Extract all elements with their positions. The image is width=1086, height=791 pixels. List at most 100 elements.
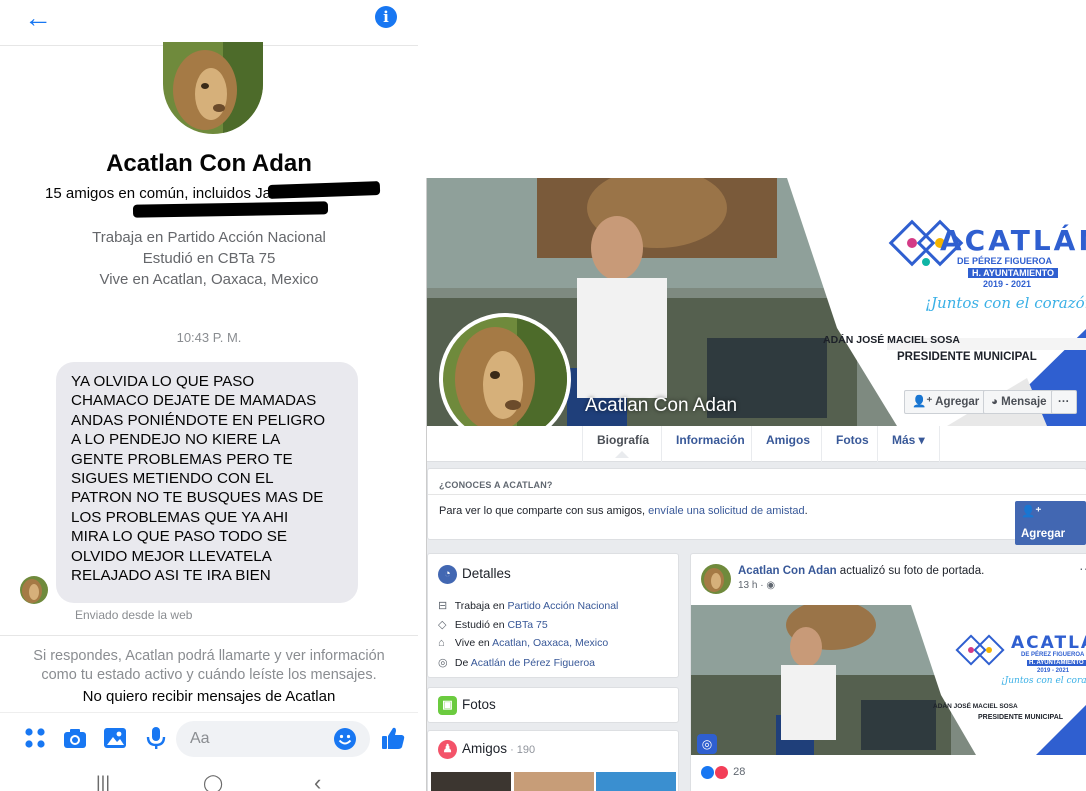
- profile-name[interactable]: Acatlan Con Adan: [585, 395, 737, 417]
- detail-work: ⊟ Trabaja en Partido Acción Nacional: [438, 599, 618, 612]
- tab-informacion[interactable]: Información: [661, 426, 759, 462]
- detail-lives: ⌂ Vive en Acatlan, Oaxaca, Mexico: [438, 637, 608, 649]
- recent-apps-button[interactable]: |||: [96, 774, 110, 791]
- contact-avatar[interactable]: [163, 42, 263, 134]
- details-card: ◔ Detalles ⊟ Trabaja en Partido Acción N…: [427, 553, 679, 678]
- globe-privacy-icon: ◉: [766, 580, 776, 591]
- detail-work-link[interactable]: Partido Acción Nacional: [507, 600, 618, 612]
- message-input[interactable]: Aa: [176, 721, 370, 757]
- post-cover-slogan: ¡Juntos con el corazón!: [1001, 676, 1086, 686]
- photos-icon: ▣: [438, 696, 457, 715]
- tab-fotos[interactable]: Fotos: [821, 426, 883, 462]
- reply-notice-line: como tu estado activo y cuándo leíste lo…: [41, 667, 377, 683]
- gallery-icon[interactable]: [102, 725, 128, 751]
- message-composer: Aa: [0, 712, 418, 764]
- system-back-button[interactable]: ‹: [314, 772, 321, 791]
- know-user-text: Para ver lo que comparte con sus amigos,…: [439, 505, 808, 517]
- cover-slogan: ¡Juntos con el corazón!: [925, 294, 1086, 312]
- message-line: ANDAS PONIÉNDOTE EN PELIGRO: [71, 411, 326, 429]
- contact-location: Vive en Acatlan, Oaxaca, Mexico: [99, 271, 319, 288]
- message-line: LOS PROBLEMAS QUE YA AHI: [71, 508, 289, 526]
- message-label: Mensaje: [1001, 396, 1047, 408]
- lion-photo: [163, 42, 263, 134]
- post-time-text: 13 h ·: [738, 580, 767, 591]
- post-cover-ayuntamiento: H. AYUNTAMIENTO: [1027, 660, 1086, 666]
- info-icon[interactable]: i: [375, 6, 397, 28]
- post-cover-image[interactable]: ACATLÁN DE PÉREZ FIGUEROA H. AYUNTAMIENT…: [691, 605, 1086, 755]
- mutual-friends-text: 15 amigos en común, incluidos Ja: [45, 185, 271, 202]
- profile-tabs: Biografía Información Amigos Fotos Más ▾: [427, 426, 1086, 462]
- friends-title-row[interactable]: Amigos · 190: [462, 741, 535, 756]
- love-reaction-icon: [715, 766, 729, 779]
- post-author-name[interactable]: Acatlan Con Adan: [738, 565, 837, 577]
- add-friend-button[interactable]: 👤⁺ Agregar: [904, 390, 988, 414]
- sent-from-label: Enviado desde la web: [75, 608, 193, 622]
- back-arrow-icon[interactable]: ←: [24, 4, 52, 32]
- divider: [428, 494, 1086, 495]
- detail-education-prefix: Estudió en: [454, 619, 508, 631]
- detail-education-link[interactable]: CBTa 75: [507, 619, 547, 631]
- post-action: actualizó su foto de portada.: [836, 565, 985, 577]
- send-friend-request-link[interactable]: envíale una solicitud de amistad: [648, 505, 805, 517]
- message-bubble[interactable]: YA OLVIDA LO QUE PASO CHAMACO DEJATE DE …: [56, 362, 358, 603]
- message-line: MIRA LO QUE PASO TODO SE: [71, 528, 288, 546]
- detail-from: ◎ De Acatlán de Pérez Figueroa: [438, 656, 595, 669]
- reply-notice: Si respondes, Acatlan podrá llamarte y v…: [0, 647, 418, 685]
- post-cover-brand-sub: DE PÉREZ FIGUEROA: [1021, 652, 1085, 658]
- microphone-icon[interactable]: [143, 725, 169, 751]
- detail-work-prefix: Trabaja en: [454, 600, 508, 612]
- add-friend-button-secondary[interactable]: 👤⁺ Agregar: [1015, 501, 1086, 545]
- detail-lives-prefix: Vive en: [454, 637, 493, 649]
- thumbs-up-icon[interactable]: [380, 725, 406, 751]
- menu-dots-icon[interactable]: [22, 725, 48, 751]
- messenger-top-bar: ← i: [0, 0, 418, 46]
- sender-avatar[interactable]: [20, 576, 48, 604]
- redaction-mark: [132, 201, 329, 218]
- photos-card[interactable]: ▣ Fotos: [427, 687, 679, 723]
- friends-card: ♟ Amigos · 190: [427, 730, 679, 791]
- messenger-icon: ◕: [991, 396, 998, 408]
- post-author-avatar[interactable]: [701, 564, 731, 594]
- photos-title: Fotos: [462, 697, 496, 712]
- message-button[interactable]: ◕ Mensaje: [983, 390, 1055, 414]
- post-header: Acatlan Con Adan actualizó su foto de po…: [738, 565, 984, 577]
- add-friend-label: Agregar: [1021, 528, 1066, 540]
- lion-profile-photo: [443, 317, 567, 441]
- know-user-sentence: Para ver lo que comparte con sus amigos,: [439, 505, 646, 517]
- friends-title: Amigos: [462, 741, 508, 756]
- friends-count: · 190: [507, 744, 536, 756]
- add-friend-icon: 👤⁺: [1021, 506, 1042, 518]
- lion-photo-small: [20, 576, 48, 604]
- tab-mas[interactable]: Más ▾: [877, 426, 940, 462]
- messenger-chat-screen: ← i Acatlan Con Adan 15 amigos en común,…: [0, 0, 418, 791]
- instagram-icon: ◎: [697, 734, 717, 754]
- add-friend-icon: 👤⁺: [912, 396, 933, 408]
- friend-thumbnail[interactable]: [596, 772, 676, 791]
- add-friend-label: Agregar: [935, 396, 980, 408]
- cover-years: 2019 - 2021: [983, 279, 1032, 289]
- emoji-icon[interactable]: [333, 727, 357, 751]
- active-tab-indicator: [615, 451, 629, 458]
- post-options-button[interactable]: ···: [1079, 560, 1086, 576]
- cover-role: PRESIDENTE MUNICIPAL: [897, 351, 1037, 363]
- message-line: A LO PENDEJO NO KIERE LA: [71, 431, 281, 449]
- know-user-header: ¿CONOCES A ACATLAN?: [439, 480, 553, 490]
- cover-update-post: Acatlan Con Adan actualizó su foto de po…: [690, 553, 1086, 791]
- message-line: PATRON NO TE BUSQUES MAS DE: [71, 489, 324, 507]
- friend-thumbnail[interactable]: [431, 772, 511, 791]
- detail-from-link[interactable]: Acatlán de Pérez Figueroa: [471, 657, 595, 669]
- home-button[interactable]: ◯: [203, 774, 223, 791]
- contact-education: Estudió en CBTa 75: [142, 250, 276, 267]
- more-options-button[interactable]: ···: [1051, 390, 1077, 414]
- camera-icon[interactable]: [62, 725, 88, 751]
- details-globe-icon: ◔: [438, 565, 457, 584]
- detail-lives-link[interactable]: Acatlan, Oaxaca, Mexico: [492, 637, 608, 649]
- cover-brand: ACATLÁN: [940, 224, 1086, 257]
- friend-thumbnail[interactable]: [514, 772, 594, 791]
- like-reaction-icon: [701, 766, 714, 779]
- block-messages-button[interactable]: No quiero recibir mensajes de Acatlan: [0, 688, 418, 705]
- facebook-profile-page: ACATLÁN DE PÉREZ FIGUEROA H. AYUNTAMIENT…: [426, 178, 1086, 791]
- tab-amigos[interactable]: Amigos: [751, 426, 824, 462]
- post-reactions[interactable]: 28: [701, 766, 745, 779]
- post-timestamp[interactable]: 13 h · ◉: [738, 580, 775, 591]
